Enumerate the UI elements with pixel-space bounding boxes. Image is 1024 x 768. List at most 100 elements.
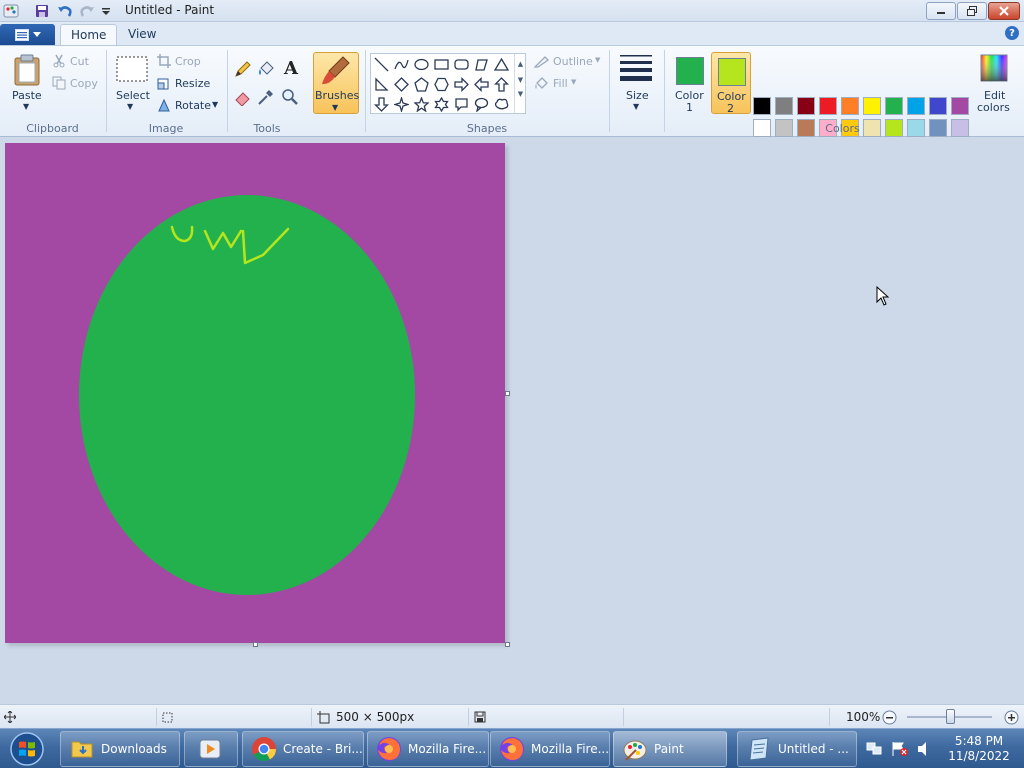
firefox-icon [499,736,525,762]
palette-swatch[interactable] [819,97,837,115]
taskbar-item-firefox-1[interactable]: Mozilla Fire... [367,731,489,767]
palette-swatch[interactable] [885,97,903,115]
customize-qat-icon[interactable] [98,3,114,19]
drawing-canvas[interactable] [5,143,505,643]
minimize-button[interactable] [926,2,956,20]
resize-handle-right[interactable] [505,391,510,396]
palette-swatch[interactable] [753,97,771,115]
shapes-scrollbar[interactable]: ▲ ▼ ▼ [514,54,526,113]
restore-button[interactable] [957,2,987,20]
resize-handle-bottom[interactable] [253,642,258,647]
fill-bucket-icon[interactable] [256,59,276,79]
palette-swatch[interactable] [929,97,947,115]
drawing-workspace[interactable] [0,137,1024,704]
size-dropdown-icon[interactable]: ▼ [633,102,639,111]
select-dropdown-icon[interactable]: ▼ [127,102,133,111]
six-point-star-shape-icon[interactable] [433,96,450,113]
zoom-in-button[interactable] [1004,705,1019,729]
curve-shape-icon[interactable] [393,56,410,73]
folder-icon [69,736,95,762]
rectangle-shape-icon[interactable] [433,56,450,73]
taskbar-item-media-player[interactable] [184,731,238,767]
diamond-shape-icon[interactable] [393,76,410,93]
oval-shape-icon[interactable] [413,56,430,73]
rounded-rectangle-shape-icon[interactable] [453,56,470,73]
copy-icon [52,76,66,90]
oval-callout-shape-icon[interactable] [473,96,490,113]
save-icon[interactable] [34,3,50,19]
five-point-star-shape-icon[interactable] [413,96,430,113]
color-picker-icon[interactable] [256,87,276,107]
text-tool-icon[interactable]: A [280,57,302,79]
right-arrow-shape-icon[interactable] [453,76,470,93]
palette-swatch[interactable] [797,97,815,115]
tools-group-label: Tools [253,122,281,135]
notepad-icon [746,736,772,762]
tab-home[interactable]: Home [60,24,118,46]
pentagon-shape-icon[interactable] [413,76,430,93]
palette-swatch[interactable] [841,97,859,115]
edit-colors-button[interactable]: Edit colors [976,52,1012,114]
select-button[interactable]: Select [116,89,150,102]
taskbar-item-paint[interactable]: Paint [613,731,727,767]
paste-dropdown-icon[interactable]: ▼ [23,102,29,111]
size-icon[interactable] [619,54,653,82]
zoom-slider-thumb[interactable] [946,709,955,724]
down-arrow-shape-icon[interactable] [373,96,390,113]
pencil-icon[interactable] [233,59,253,79]
start-button[interactable] [4,730,50,768]
cloud-callout-shape-icon[interactable] [493,96,510,113]
fill-dropdown-icon[interactable]: ▼ [571,78,576,86]
clock[interactable]: 5:48 PM 11/8/2022 [946,734,1012,764]
outline-button[interactable]: Outline [553,55,593,68]
line-shape-icon[interactable] [373,56,390,73]
close-button[interactable] [988,2,1020,20]
palette-swatch[interactable] [907,97,925,115]
select-icon[interactable] [116,56,148,82]
volume-icon[interactable] [916,741,932,760]
fill-button[interactable]: Fill [553,77,568,90]
taskbar: Downloads Create - Bri... Mozilla Fire..… [0,728,1024,768]
brushes-button[interactable]: Brushes ▼ [313,52,359,114]
magnifier-icon[interactable] [280,87,300,107]
zoom-out-button[interactable] [882,705,897,729]
hexagon-shape-icon[interactable] [433,76,450,93]
paint-menu-button[interactable] [0,24,55,45]
size-button[interactable]: Size [626,89,649,102]
eraser-icon[interactable] [233,87,253,107]
palette-swatch[interactable] [775,97,793,115]
action-center-icon[interactable] [891,741,909,760]
palette-swatch[interactable] [951,97,969,115]
taskbar-item-firefox-2[interactable]: Mozilla Fire... [490,731,610,767]
polygon-shape-icon[interactable] [473,56,490,73]
zoom-slider[interactable] [907,705,992,729]
taskbar-item-untitled[interactable]: Untitled - ... [737,731,857,767]
crop-button[interactable]: Crop [175,55,201,68]
paint-app-icon[interactable] [3,3,19,19]
taskbar-item-chrome[interactable]: Create - Bri... [242,731,364,767]
taskbar-item-downloads[interactable]: Downloads [60,731,180,767]
rotate-dropdown-icon[interactable]: ▼ [212,100,218,109]
undo-icon[interactable] [57,3,73,19]
up-arrow-shape-icon[interactable] [493,76,510,93]
four-point-star-shape-icon[interactable] [393,96,410,113]
paste-button[interactable]: Paste [12,89,42,102]
color1-button[interactable]: Color 1 [670,52,710,114]
outline-dropdown-icon[interactable]: ▼ [595,56,600,64]
paste-icon[interactable] [12,53,42,87]
resize-button[interactable]: Resize [175,77,210,90]
copy-button[interactable]: Copy [70,77,98,90]
redo-icon[interactable] [79,3,95,19]
left-arrow-shape-icon[interactable] [473,76,490,93]
tab-view[interactable]: View [118,24,166,46]
palette-swatch[interactable] [863,97,881,115]
triangle-shape-icon[interactable] [493,56,510,73]
color2-button[interactable]: Color 2 [711,52,751,115]
right-triangle-shape-icon[interactable] [373,76,390,93]
help-icon[interactable]: ? [1005,26,1019,40]
rotate-button[interactable]: Rotate [175,99,211,112]
cut-button[interactable]: Cut [70,55,89,68]
resize-handle-corner[interactable] [505,642,510,647]
rounded-callout-shape-icon[interactable] [453,96,470,113]
network-icon[interactable] [866,741,884,760]
